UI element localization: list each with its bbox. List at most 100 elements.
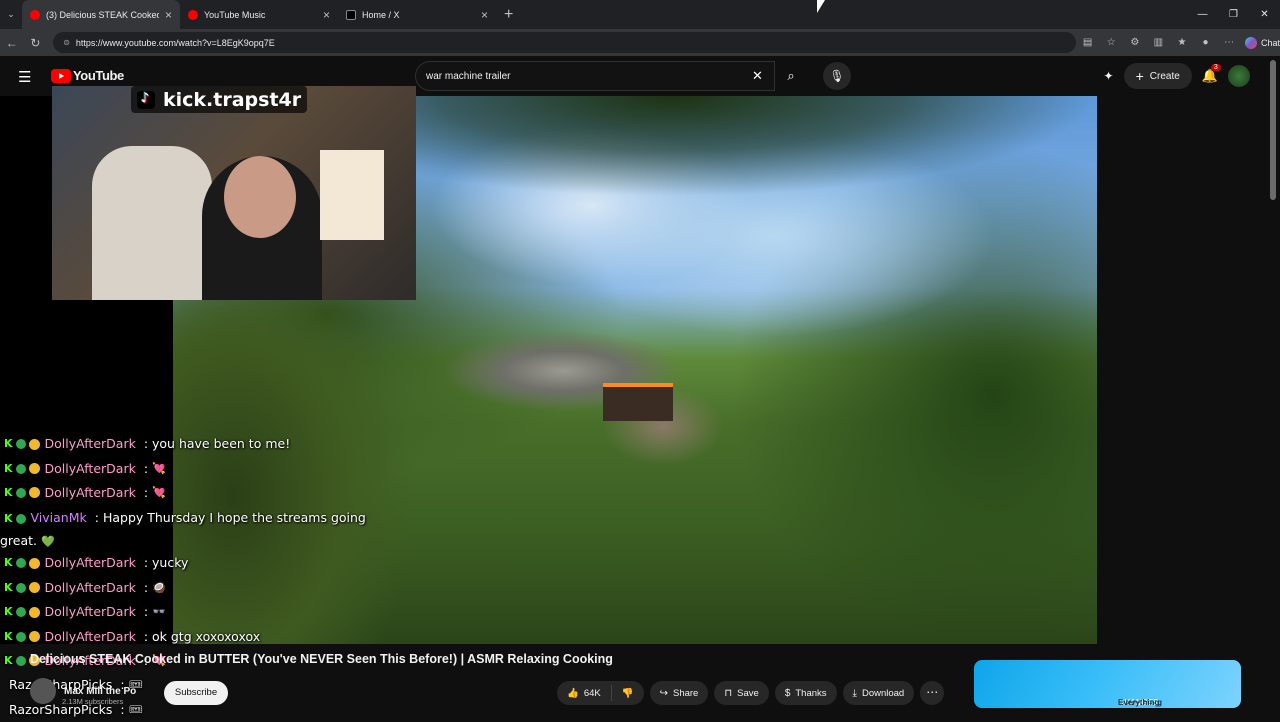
chat-emote-icon: 👓 [152, 605, 166, 619]
site-info-icon[interactable]: ⊜ [63, 38, 70, 47]
url-field[interactable]: ⊜ https://www.youtube.com/watch?v=L8EgK9… [53, 32, 1076, 53]
share-icon: ↪ [659, 687, 668, 699]
chat-username[interactable]: DollyAfterDark [45, 602, 136, 622]
chat-message: K DollyAfterDark: 💘 [0, 456, 400, 480]
webcam-overlay [52, 86, 416, 300]
profile-icon[interactable]: ● [1194, 37, 1218, 48]
verified-badge-icon [15, 655, 26, 666]
chat-username[interactable]: VivianMk [31, 510, 87, 525]
reload-icon[interactable]: ↻ [24, 36, 48, 50]
chat-message: K DollyAfterDark : yucky [0, 551, 400, 575]
restore-icon[interactable]: ❐ [1218, 0, 1249, 29]
menu-dots-icon[interactable]: ⋯ [1217, 37, 1241, 48]
thanks-button[interactable]: $ Thanks [774, 681, 837, 705]
chat-badges: K [4, 627, 40, 647]
chat-username[interactable]: DollyAfterDark [45, 578, 136, 598]
header-actions: ✦ + Create 🔔 3 [1104, 63, 1250, 89]
like-button[interactable]: 👍 64K [557, 681, 611, 705]
verified-badge-icon [15, 582, 26, 593]
notification-count-badge: 3 [1210, 64, 1221, 71]
youtube-favicon-icon [30, 9, 40, 20]
search-box[interactable] [415, 61, 775, 91]
save-label: Save [737, 687, 759, 699]
kick-badge-icon: K [4, 653, 13, 667]
split-screen-icon[interactable]: ▥ [1147, 37, 1171, 48]
youtube-logo[interactable]: YouTube [51, 68, 124, 83]
channel-avatar[interactable] [30, 678, 56, 704]
thanks-label: Thanks [795, 687, 827, 699]
browser-tab-bar: ⌄ (3) Delicious STEAK Cooked in × YouTub… [0, 0, 1280, 29]
notifications-bell-icon[interactable]: 🔔 3 [1202, 64, 1221, 84]
download-button[interactable]: ⤓ Download [842, 681, 915, 705]
subscriber-badge-icon [28, 438, 40, 450]
chat-username[interactable]: DollyAfterDark [45, 434, 136, 454]
chat-message: K DollyAfterDark: 🥥 [0, 576, 400, 600]
save-button[interactable]: ⊓ Save [714, 681, 769, 705]
chat-message: K DollyAfterDark: ok gtg xoxoxoxox [0, 624, 400, 648]
chat-badges: K [4, 578, 40, 598]
copilot-chat-button[interactable]: Chat [1244, 36, 1280, 49]
close-window-icon[interactable]: ✕ [1249, 0, 1280, 29]
close-tab-icon[interactable]: × [481, 8, 488, 22]
verified-badge-icon [15, 439, 26, 450]
extension-lightning-icon[interactable]: ✦ [1104, 69, 1114, 83]
chat-username[interactable]: DollyAfterDark [45, 553, 136, 573]
subscribe-button[interactable]: Subscribe [164, 681, 228, 705]
microphone-icon[interactable]: 🎙 [823, 62, 851, 90]
search-icon[interactable]: ⌕ [776, 61, 806, 91]
ad-text-post: Everything [1118, 698, 1160, 707]
create-button[interactable]: + Create [1123, 63, 1192, 89]
reader-icon[interactable]: ▤ [1076, 37, 1100, 48]
tab-youtube-music[interactable]: YouTube Music × [180, 0, 338, 29]
chat-badges: K [4, 459, 40, 479]
chat-badges: K [4, 602, 40, 622]
stream-handle-badge: kick.trapst4r [131, 86, 308, 113]
subscriber-badge-icon [28, 582, 40, 594]
chat-text: : you have been to me! [143, 436, 291, 452]
tab-x-home[interactable]: Home / X × [338, 0, 496, 29]
minimize-icon[interactable]: — [1187, 0, 1218, 29]
tab-title: YouTube Music [204, 9, 266, 20]
chat-username[interactable]: DollyAfterDark [45, 459, 136, 479]
chat-text: : yucky [143, 555, 189, 571]
fire-grill [603, 383, 673, 421]
chat-emote-icon: 💘 [152, 485, 166, 499]
chat-label: Chat [1260, 37, 1280, 48]
gaming-chair [92, 146, 212, 300]
tab-title: (3) Delicious STEAK Cooked in [46, 9, 159, 20]
kick-badge-icon: K [4, 556, 13, 570]
clear-search-icon[interactable]: ✕ [752, 68, 763, 84]
more-actions-icon[interactable]: ⋯ [920, 681, 945, 705]
account-avatar[interactable] [1228, 65, 1250, 87]
verified-badge-icon [15, 631, 26, 642]
chat-badges: K [4, 508, 26, 530]
dislike-button[interactable]: 👎 [612, 681, 644, 705]
verified-badge-icon [15, 514, 26, 525]
favorites-icon[interactable]: ★ [1170, 37, 1194, 48]
hamburger-menu-icon[interactable]: ☰ [18, 68, 31, 86]
subscriber-badge-icon [28, 606, 40, 618]
url-text: https://www.youtube.com/watch?v=L8EgK9op… [75, 37, 275, 48]
favorite-star-icon[interactable]: ☆ [1099, 37, 1123, 48]
tab-list-dropdown-icon[interactable]: ⌄ [0, 9, 22, 20]
x-favicon-icon [346, 9, 356, 20]
search-input[interactable] [426, 70, 746, 82]
channel-name[interactable]: Max Mill the Po [64, 686, 136, 697]
chat-badges: K [4, 553, 40, 573]
tab-youtube-video[interactable]: (3) Delicious STEAK Cooked in × [22, 0, 180, 29]
wall-poster [320, 150, 384, 240]
extensions-icon[interactable]: ⚙ [1123, 37, 1147, 48]
page-scrollbar[interactable] [1270, 60, 1276, 200]
chat-text: : [143, 604, 149, 620]
back-icon[interactable]: ← [0, 36, 24, 50]
close-tab-icon[interactable]: × [165, 8, 172, 22]
kick-badge-icon: K [4, 580, 13, 594]
close-tab-icon[interactable]: × [323, 8, 330, 22]
chat-badges: K [4, 483, 40, 503]
subscriber-badge-icon [28, 631, 40, 643]
ad-banner[interactable]: Connecting CHANGES Everything [974, 660, 1241, 708]
chat-username[interactable]: DollyAfterDark [45, 483, 136, 503]
share-button[interactable]: ↪ Share [649, 681, 709, 705]
new-tab-icon[interactable]: + [504, 6, 513, 24]
chat-username[interactable]: DollyAfterDark [45, 627, 136, 647]
